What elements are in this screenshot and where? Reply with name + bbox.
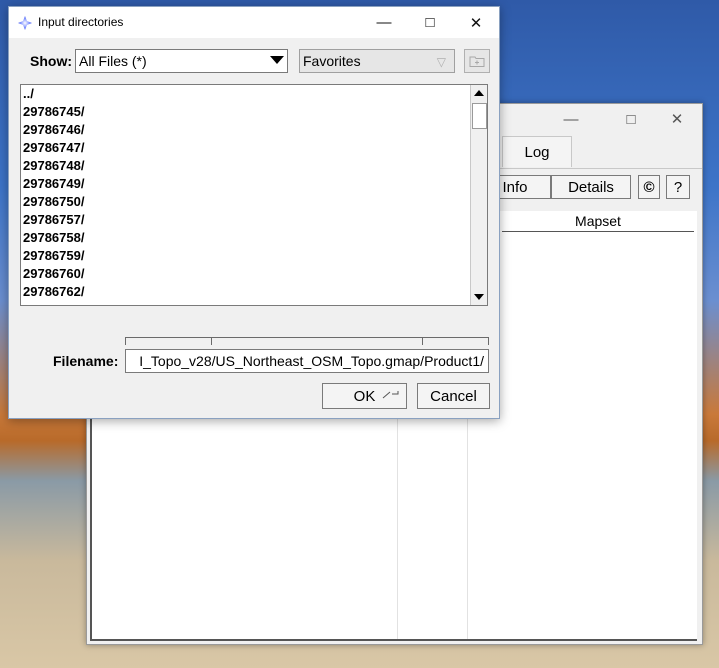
vertical-scrollbar[interactable] <box>470 85 487 305</box>
filename-value: I_Topo_v28/US_Northeast_OSM_Topo.gmap/Pr… <box>139 353 484 369</box>
scroll-up-icon[interactable] <box>471 85 487 101</box>
maximize-icon[interactable]: □ <box>407 7 453 38</box>
scrollbar-thumb[interactable] <box>472 103 487 129</box>
list-item[interactable]: 29786746/ <box>23 121 84 139</box>
ok-button[interactable]: OK <box>322 383 407 409</box>
title-bar: Input directories — □ ✕ <box>9 7 499 38</box>
filename-label: Filename: <box>53 353 119 369</box>
list-item[interactable]: 29786747/ <box>23 139 84 157</box>
list-item[interactable]: 29786745/ <box>23 103 84 121</box>
copyright-button[interactable]: © <box>638 175 660 199</box>
help-button[interactable]: ? <box>666 175 690 199</box>
maximize-icon[interactable]: □ <box>608 104 654 134</box>
list-item[interactable]: 29786762/ <box>23 283 84 301</box>
show-label: Show: <box>30 53 72 69</box>
favorites-label: Favorites <box>303 53 361 69</box>
minimize-icon[interactable]: — <box>361 7 407 38</box>
new-folder-button[interactable] <box>464 49 490 73</box>
ok-label: OK <box>353 387 376 405</box>
input-directories-dialog: Input directories — □ ✕ Show: All Files … <box>8 6 500 419</box>
enter-key-icon <box>382 391 399 399</box>
new-folder-icon <box>469 56 485 67</box>
scroll-down-icon[interactable] <box>471 289 487 305</box>
list-item[interactable]: 29786760/ <box>23 265 84 283</box>
column-divider <box>397 404 398 639</box>
horizontal-scrollbar[interactable] <box>125 337 489 349</box>
favorites-select[interactable]: Favorites ▽ <box>299 49 455 73</box>
list-item[interactable]: ../ <box>23 85 34 103</box>
list-item[interactable]: 29786750/ <box>23 193 84 211</box>
chevron-down-icon[interactable] <box>270 56 284 64</box>
column-header-mapset[interactable]: Mapset <box>502 211 694 232</box>
grass-diamond-icon <box>18 16 32 30</box>
minimize-icon[interactable]: — <box>548 104 594 134</box>
list-item[interactable]: 29786748/ <box>23 157 84 175</box>
file-filter-value: All Files (*) <box>79 53 147 69</box>
list-item[interactable]: 29786757/ <box>23 211 84 229</box>
directory-list[interactable]: ../29786745/29786746/29786747/29786748/2… <box>20 84 488 306</box>
tab-log[interactable]: Log <box>502 136 572 167</box>
list-item[interactable]: 29786759/ <box>23 247 84 265</box>
list-item[interactable]: 29786758/ <box>23 229 84 247</box>
column-divider <box>467 404 468 639</box>
list-item[interactable]: 29786749/ <box>23 175 84 193</box>
details-button[interactable]: Details <box>551 175 631 199</box>
filename-input[interactable]: I_Topo_v28/US_Northeast_OSM_Topo.gmap/Pr… <box>125 349 489 373</box>
close-icon[interactable]: ✕ <box>453 7 499 38</box>
cancel-button[interactable]: Cancel <box>417 383 490 409</box>
chevron-down-icon: ▽ <box>436 55 446 69</box>
dialog-title: Input directories <box>38 15 124 29</box>
file-filter-select[interactable]: All Files (*) <box>75 49 288 73</box>
close-icon[interactable]: ✕ <box>654 104 700 134</box>
